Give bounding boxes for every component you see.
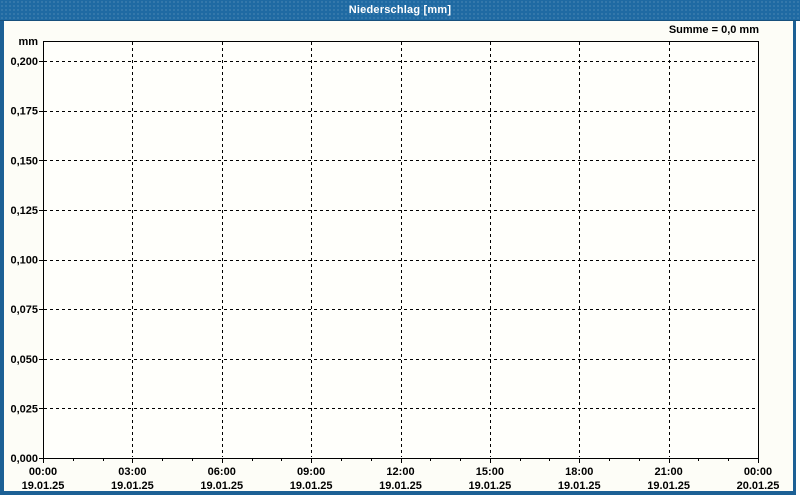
x-tick-label: 12:00 — [386, 466, 414, 478]
x-tick-label: 00:00 — [29, 466, 57, 478]
chart-panel: Summe = 0,0 mm mm 0,200 0,175 0,150 0,125 0,… — [0, 21, 796, 495]
x-date-label: 20.01.25 — [737, 480, 780, 491]
x-date-label: 19.01.25 — [111, 480, 154, 491]
y-tick-label: 0,100 — [10, 255, 38, 267]
x-tick-label: 15:00 — [476, 466, 504, 478]
y-tick-label: 0,200 — [10, 56, 38, 68]
y-tick-label: 0,025 — [10, 403, 38, 415]
window-titlebar: Niederschlag [mm] — [0, 0, 800, 21]
x-date-label: 19.01.25 — [468, 480, 511, 491]
y-tick-label: 0,150 — [10, 155, 38, 167]
x-date-label: 19.01.25 — [379, 480, 422, 491]
x-tick-label: 21:00 — [655, 466, 683, 478]
y-tick-label: 0,000 — [10, 453, 38, 465]
y-tick-label: 0,125 — [10, 205, 38, 217]
x-tick-label: 03:00 — [118, 466, 146, 478]
y-tick-label: 0,175 — [10, 106, 38, 118]
window-title: Niederschlag [mm] — [348, 4, 452, 16]
x-tick-label: 18:00 — [565, 466, 593, 478]
x-date-label: 19.01.25 — [200, 480, 243, 491]
x-tick-label: 00:00 — [744, 466, 772, 478]
x-date-label: 19.01.25 — [22, 480, 65, 491]
x-tick-label: 06:00 — [208, 466, 236, 478]
plot-area: 0,200 0,175 0,150 0,125 0,100 0,075 0,050 0,025… — [10, 41, 780, 491]
y-tick-label: 0,050 — [10, 354, 38, 366]
x-date-label: 19.01.25 — [647, 480, 690, 491]
y-tick-label: 0,075 — [10, 304, 38, 316]
x-tick-label: 09:00 — [297, 466, 325, 478]
x-date-label: 19.01.25 — [558, 480, 601, 491]
x-date-label: 19.01.25 — [290, 480, 333, 491]
